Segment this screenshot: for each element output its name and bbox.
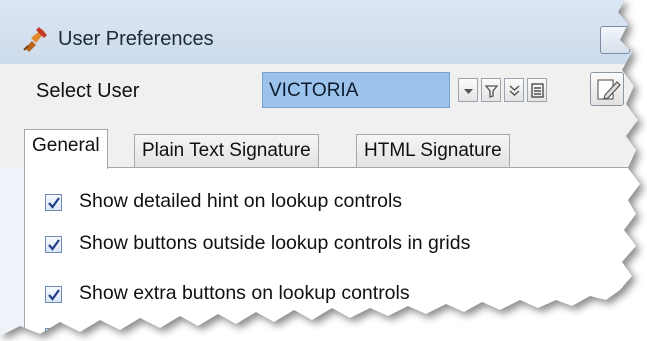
expand-button[interactable] — [504, 78, 524, 102]
dropdown-icon — [464, 89, 473, 94]
satellite-icon — [22, 26, 48, 52]
tab-strip: General Plain Text Signature HTML Signat… — [0, 118, 640, 169]
checkmark-icon — [48, 197, 60, 209]
title-bar: User Preferences — [0, 0, 640, 65]
partial-checkbox[interactable] — [45, 328, 62, 336]
edit-button[interactable] — [590, 72, 624, 106]
show-detailed-hint-checkbox[interactable] — [45, 194, 62, 211]
user-lookup-field[interactable]: VICTORIA — [262, 72, 450, 108]
filter-icon — [484, 85, 499, 98]
user-preferences-dialog: User Preferences Select User VICTORIA Ge… — [0, 0, 640, 336]
dropdown-button[interactable] — [458, 78, 478, 102]
tab-general[interactable]: General — [24, 129, 108, 169]
show-buttons-outside-checkbox[interactable] — [45, 236, 62, 253]
checkmark-icon — [48, 289, 60, 301]
select-user-label: Select User — [36, 80, 140, 102]
window-title: User Preferences — [58, 28, 214, 50]
tab-plain-text-signature[interactable]: Plain Text Signature — [134, 134, 319, 167]
double-chevron-down-icon — [509, 85, 520, 97]
option-label: Show detailed hint on lookup controls — [79, 190, 403, 212]
select-user-row: Select User VICTORIA — [0, 64, 640, 118]
tab-html-signature[interactable]: HTML Signature — [356, 134, 510, 167]
window-control-button[interactable] — [600, 26, 630, 54]
general-tab-panel: Show detailed hint on lookup controls Sh… — [24, 168, 640, 336]
edit-icon — [597, 79, 621, 100]
checkmark-icon — [48, 239, 60, 251]
option-label: Show buttons outside lookup controls in … — [79, 232, 471, 254]
screenshot-canvas: User Preferences Select User VICTORIA Ge… — [0, 0, 647, 341]
option-label: Show extra buttons on lookup controls — [79, 282, 410, 304]
list-icon — [531, 83, 544, 98]
filter-button[interactable] — [481, 78, 501, 102]
dialog-shadow: User Preferences Select User VICTORIA Ge… — [0, 0, 647, 341]
show-extra-buttons-checkbox[interactable] — [45, 286, 62, 303]
list-button[interactable] — [527, 78, 547, 102]
